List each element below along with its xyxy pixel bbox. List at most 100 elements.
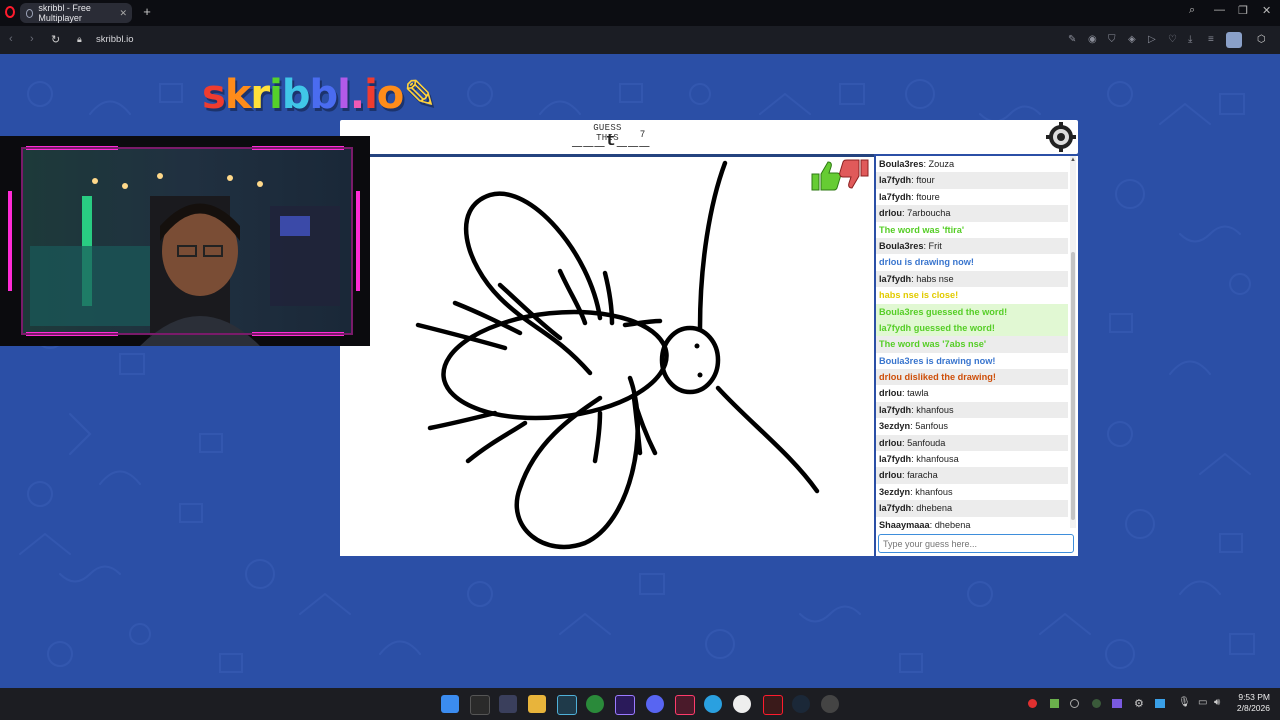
tray-icon-6[interactable] — [1155, 699, 1165, 708]
edit-icon[interactable]: ✎ — [1068, 34, 1076, 45]
scroll-up-icon[interactable]: ▲ — [1070, 156, 1076, 164]
chat-text: 7arboucha — [907, 208, 951, 219]
chat-username: drlou — [879, 437, 902, 448]
chat-text: 5anfous — [915, 421, 948, 432]
tab-title: skribbl - Free Multiplayer — [38, 3, 91, 23]
skribbl-logo: skribbl.io✎ — [202, 72, 437, 118]
chat-message: drlou: faracha — [876, 467, 1068, 484]
chat-username: la7fydh — [879, 273, 912, 284]
chat-message: la7fydh: habs nse — [876, 270, 1068, 288]
guess-input[interactable] — [878, 534, 1074, 553]
search-tabs-icon[interactable]: ⌕ — [1189, 4, 1195, 17]
webcam-overlay — [0, 136, 370, 346]
extension-icon[interactable]: ◈ — [1128, 34, 1136, 45]
opera-icon[interactable] — [763, 695, 783, 715]
settings-tray-icon[interactable]: ⚙ — [1134, 697, 1144, 710]
close-window-icon[interactable]: ✕ — [1262, 4, 1271, 17]
system-message-text: The word was 'ftira' — [879, 224, 965, 235]
steam-icon[interactable] — [792, 695, 810, 713]
app-icon-2[interactable] — [675, 695, 695, 715]
profile-avatar[interactable] — [1226, 32, 1242, 48]
system-message-text: The word was '7abs nse' — [879, 339, 986, 350]
chat-username: la7fydh — [879, 191, 912, 202]
camera-icon[interactable]: ◉ — [1088, 34, 1097, 45]
heart-icon[interactable]: ♡ — [1168, 34, 1177, 45]
shield-icon[interactable]: ⛉ — [1108, 34, 1116, 45]
volume-icon[interactable]: 🔊︎ — [1214, 697, 1220, 708]
system-clock[interactable]: 9:53 PM 2/8/2026 — [1237, 692, 1270, 714]
chat-text: faracha — [907, 470, 938, 481]
system-message-text: Boula3res guessed the word! — [879, 306, 1008, 317]
scroll-thumb[interactable] — [1071, 252, 1075, 520]
lock-icon: 🔒︎ — [77, 34, 82, 44]
chat-text: 5anfouda — [907, 437, 946, 448]
game-header: GUESS THIS ___t___ 7 — [340, 120, 1078, 154]
xbox-icon[interactable] — [586, 695, 604, 713]
new-tab-icon[interactable]: + — [140, 5, 154, 19]
address-bar: ‹ › ↻ 🔒︎ skribbl.io ✎ ◉ ⛉ ◈ ▷ ♡ ⤓ ≡ ⬡ — [0, 26, 1280, 54]
system-message-text: la7fydh guessed the word! — [879, 322, 995, 333]
settings-gear-icon[interactable] — [1046, 122, 1076, 152]
forward-icon[interactable]: › — [30, 33, 34, 45]
start-icon[interactable] — [441, 695, 459, 713]
chat-username: drlou — [879, 470, 902, 481]
chat-message: drlou: 7arboucha — [876, 205, 1068, 222]
microphone-icon[interactable]: 🎙︎ — [1178, 697, 1191, 708]
url-field[interactable]: skribbl.io — [96, 34, 134, 45]
chat-message: 3ezdyn: 5anfous — [879, 421, 948, 432]
file-explorer-icon[interactable] — [528, 695, 546, 713]
chat-username: 3ezdyn — [879, 421, 911, 432]
thumbs-down-icon[interactable] — [839, 159, 869, 189]
discord-icon[interactable] — [646, 695, 664, 713]
sidebar-icon[interactable]: ⬡ — [1257, 34, 1266, 45]
chat-message: Boula3res: Zouza — [879, 159, 955, 169]
chat-message: la7fydh: khanfousa — [879, 454, 959, 465]
reload-icon[interactable]: ↻ — [51, 33, 60, 46]
drawing-strokes — [415, 160, 820, 550]
tray-icon-2[interactable] — [1050, 699, 1059, 708]
app-icon-4[interactable] — [821, 695, 839, 713]
tab-favicon-icon — [26, 8, 34, 18]
chat-message: 3ezdyn: khanfous — [879, 486, 953, 497]
word-hint: ___t___ — [572, 132, 651, 151]
menu-icon[interactable]: ≡ — [1208, 34, 1214, 45]
minimize-icon[interactable]: — — [1214, 4, 1225, 16]
app-icon-3[interactable] — [733, 695, 751, 713]
chat-messages: Boula3res: Zouza la7fydh: ftour la7fydh: f… — [876, 156, 1068, 533]
chat-username: drlou — [879, 208, 902, 219]
tray-icon-3[interactable] — [1070, 699, 1079, 708]
drawing-canvas[interactable] — [340, 154, 874, 556]
tab-close-icon[interactable]: ✕ — [119, 8, 127, 19]
epic-games-icon[interactable] — [470, 695, 490, 715]
chat-text: Frit — [928, 240, 942, 251]
lightroom-icon[interactable] — [557, 695, 577, 715]
tray-icon-5[interactable] — [1112, 699, 1122, 708]
chat-message: drlou is drawing now! — [876, 254, 1068, 270]
monitor-icon[interactable]: ▭ — [1198, 697, 1207, 708]
chat-message: la7fydh guessed the word! — [876, 319, 1068, 337]
chat-username: Boula3res — [879, 159, 924, 169]
chat-scrollbar[interactable]: ▲ — [1070, 156, 1076, 528]
telegram-icon[interactable] — [704, 695, 722, 713]
tray-icon-4[interactable] — [1092, 699, 1101, 708]
browser-tab[interactable]: skribbl - Free Multiplayer ✕ — [20, 3, 132, 23]
system-message-text: drlou is drawing now! — [879, 257, 974, 268]
clock-time: 9:53 PM — [1238, 692, 1270, 702]
rating-buttons — [811, 159, 869, 191]
chat-message: Boula3res guessed the word! — [876, 303, 1068, 320]
app-icon[interactable] — [499, 695, 517, 713]
tray-icon[interactable] — [1028, 699, 1037, 708]
download-icon[interactable]: ⤓ — [1188, 34, 1192, 45]
chat-text: habs nse — [916, 273, 954, 284]
play-icon[interactable]: ▷ — [1148, 34, 1156, 45]
maximize-icon[interactable]: ❐ — [1238, 4, 1248, 17]
thumbs-up-icon[interactable] — [811, 161, 841, 191]
chat-message: la7fydh: ftour — [876, 172, 1068, 189]
premiere-icon[interactable] — [615, 695, 635, 715]
chat-message: la7fydh: dhebena — [876, 500, 1068, 517]
chat-message: drlou: 5anfouda — [876, 434, 1068, 452]
opera-menu-icon[interactable] — [5, 6, 15, 18]
back-icon[interactable]: ‹ — [9, 33, 13, 45]
chat-message: drlou disliked the drawing! — [876, 369, 1068, 386]
chat-text: tawla — [907, 388, 929, 399]
